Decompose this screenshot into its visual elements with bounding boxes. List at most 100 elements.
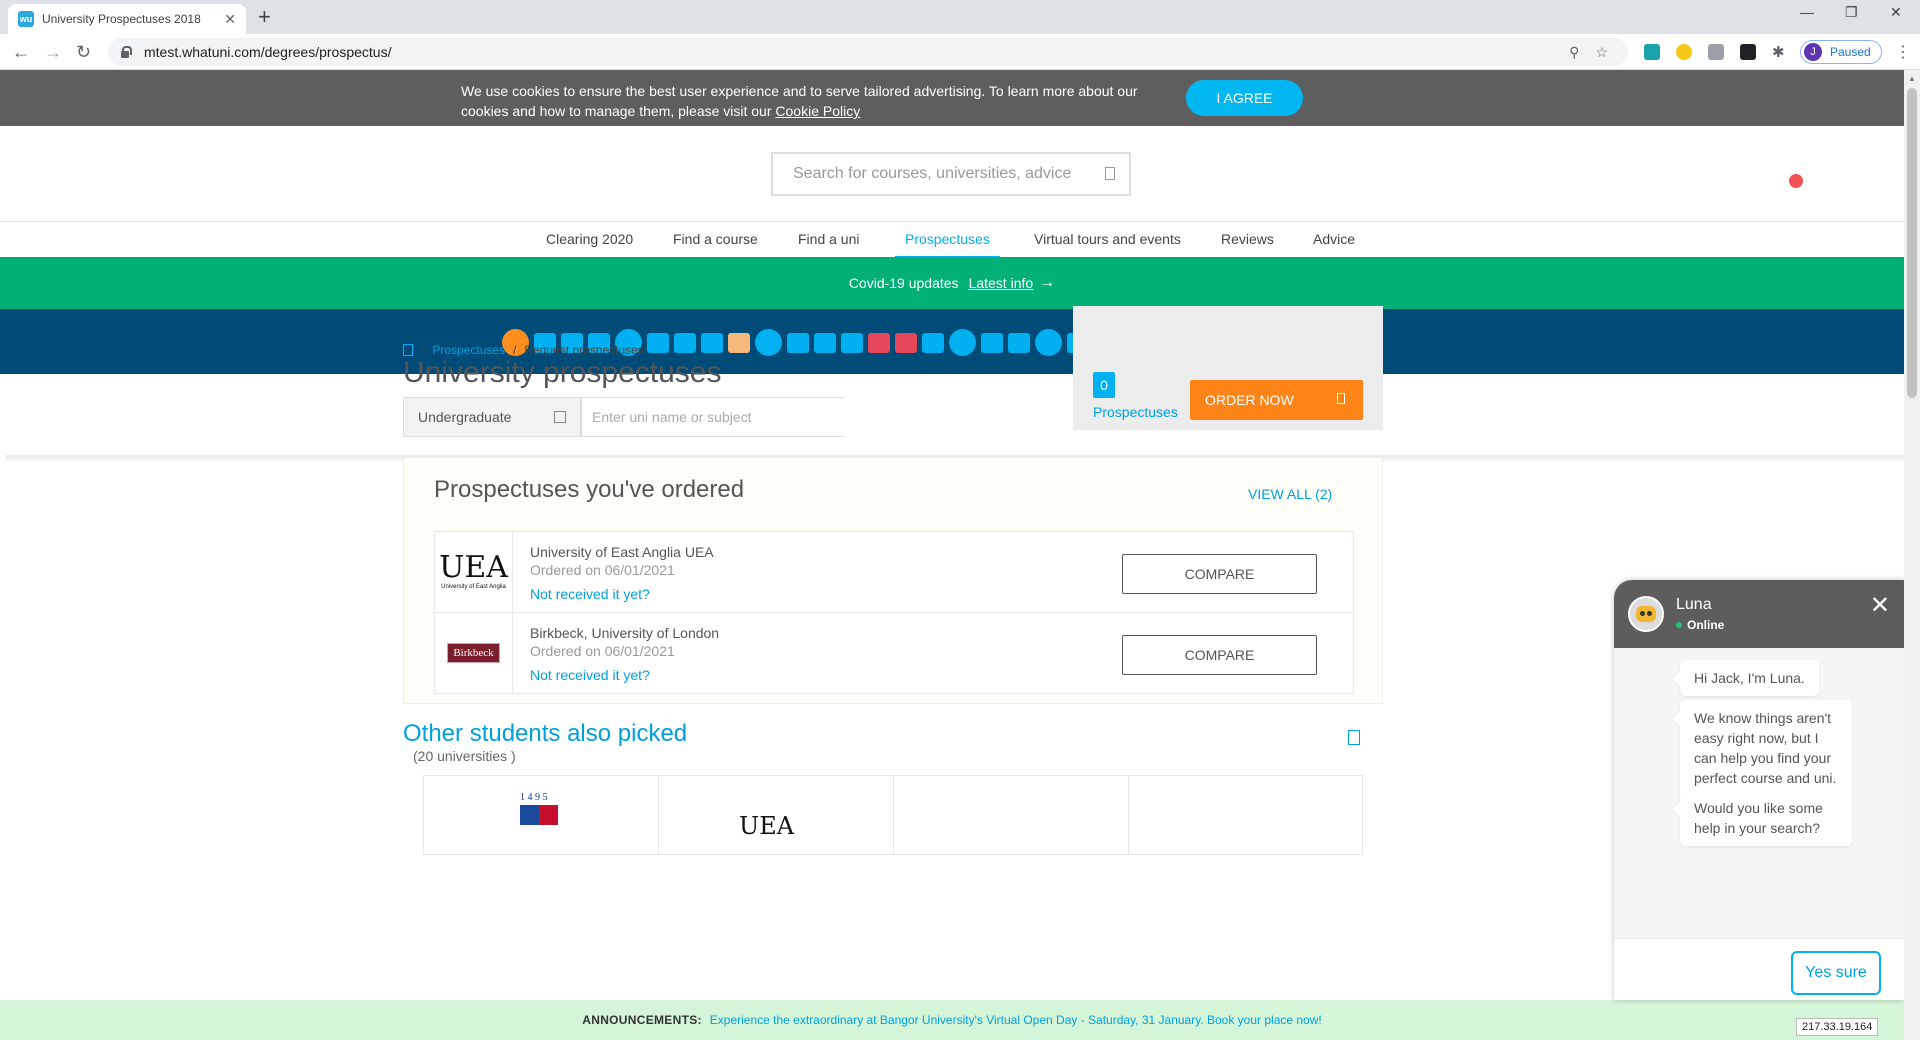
scrollbar-thumb[interactable] bbox=[1907, 88, 1917, 398]
banner-shape bbox=[1008, 332, 1030, 353]
banner-shape bbox=[1035, 329, 1062, 356]
whatuni-favicon-icon: wu bbox=[18, 11, 34, 27]
basket-count-badge: 0 bbox=[1093, 372, 1115, 398]
chevron-down-icon bbox=[554, 411, 566, 423]
cookie-banner: We use cookies to ensure the best user e… bbox=[0, 70, 1904, 126]
uni-carousel: 1 4 9 5 UEA bbox=[423, 775, 1363, 855]
nav-item-find-uni[interactable]: Find a uni bbox=[798, 222, 859, 258]
announcement-link[interactable]: Experience the extraordinary at Bangor U… bbox=[710, 1013, 1322, 1027]
extensions-puzzle-icon[interactable]: ✱ bbox=[1772, 43, 1785, 61]
ordered-heading: Prospectuses you've ordered bbox=[434, 476, 745, 503]
chat-message: We know things aren't easy right now, bu… bbox=[1673, 700, 1852, 796]
minimize-icon[interactable]: — bbox=[1800, 4, 1814, 20]
home-icon[interactable] bbox=[403, 344, 413, 356]
compare-button[interactable]: COMPARE bbox=[1122, 635, 1317, 675]
browser-tab-bar: wu University Prospectuses 2018 ✕ + — ❐ … bbox=[0, 0, 1920, 34]
chat-agent-name: Luna bbox=[1676, 596, 1712, 613]
search-icon[interactable] bbox=[1105, 167, 1115, 180]
order-now-label: ORDER NOW bbox=[1205, 392, 1294, 408]
restore-icon[interactable]: ❐ bbox=[1845, 4, 1858, 21]
crest-shield-icon bbox=[520, 805, 558, 825]
page-viewport: We use cookies to ensure the best user e… bbox=[0, 70, 1904, 1040]
online-dot-icon bbox=[1676, 622, 1682, 628]
location-icon[interactable]: ⚲ bbox=[1569, 44, 1579, 61]
tab-close-icon[interactable]: ✕ bbox=[224, 11, 236, 28]
new-tab-button[interactable]: + bbox=[258, 4, 271, 30]
forward-icon[interactable]: → bbox=[44, 42, 62, 63]
page-title: University prospectuses bbox=[403, 356, 722, 389]
uea-logo: UEA University of East Anglia bbox=[439, 553, 508, 591]
breadcrumb-separator: / bbox=[513, 343, 517, 357]
not-received-link[interactable]: Not received it yet? bbox=[530, 667, 650, 683]
browser-menu-icon[interactable]: ⋮ bbox=[1895, 42, 1911, 62]
ip-address-label: 217.33.19.164 bbox=[1796, 1018, 1879, 1036]
study-level-value: Undergraduate bbox=[418, 409, 512, 425]
order-now-button[interactable]: ORDER NOW bbox=[1190, 380, 1363, 420]
reload-icon[interactable]: ↻ bbox=[76, 42, 91, 63]
uni-card[interactable] bbox=[1128, 775, 1363, 855]
ordered-prospectuses-panel: Prospectuses you've ordered VIEW ALL (2)… bbox=[403, 457, 1383, 704]
browser-tab[interactable]: wu University Prospectuses 2018 ✕ bbox=[8, 4, 246, 34]
robot-face-icon bbox=[1636, 606, 1656, 622]
uni-card[interactable]: UEA bbox=[658, 775, 893, 855]
compare-button[interactable]: COMPARE bbox=[1122, 554, 1317, 594]
view-all-link[interactable]: VIEW ALL (2) bbox=[1248, 486, 1332, 502]
other-picked-heading: Other students also picked bbox=[403, 720, 688, 747]
address-bar[interactable]: mtest.whatuni.com/degrees/prospectus/ ⚲ … bbox=[108, 38, 1628, 66]
extension-icon[interactable] bbox=[1708, 44, 1724, 60]
extension-icon[interactable] bbox=[1644, 44, 1660, 60]
other-picked-count: (20 universities ) bbox=[413, 748, 516, 764]
covid-text: Covid-19 updates bbox=[848, 275, 959, 291]
latest-info-link[interactable]: Latest info bbox=[969, 275, 1034, 291]
banner-shape bbox=[728, 332, 750, 353]
agree-button[interactable]: I AGREE bbox=[1186, 80, 1303, 116]
uea-logo-text: UEA bbox=[439, 550, 508, 585]
bookmark-icon[interactable] bbox=[1348, 730, 1360, 745]
nav-item-clearing[interactable]: Clearing 2020 bbox=[546, 222, 633, 258]
nav-item-advice[interactable]: Advice bbox=[1313, 222, 1355, 258]
basket-label[interactable]: Prospectuses bbox=[1093, 404, 1178, 420]
banner-shape bbox=[841, 332, 863, 353]
nav-item-find-course[interactable]: Find a course bbox=[673, 222, 758, 258]
profile-button[interactable]: J Paused bbox=[1800, 40, 1882, 64]
arrow-right-icon: → bbox=[1039, 274, 1056, 291]
uni-name: Birkbeck, University of London bbox=[530, 625, 720, 641]
cookie-policy-link[interactable]: Cookie Policy bbox=[775, 103, 860, 119]
chat-messages: Hi Jack, I'm Luna. We know things aren't… bbox=[1614, 648, 1904, 938]
uni-logo: Birkbeck bbox=[435, 613, 513, 693]
yes-sure-button[interactable]: Yes sure bbox=[1791, 951, 1881, 995]
extension-icon[interactable] bbox=[1676, 44, 1692, 60]
uni-card[interactable]: 1 4 9 5 bbox=[423, 775, 658, 855]
not-received-link[interactable]: Not received it yet? bbox=[530, 586, 650, 602]
nav-item-virtual-tours[interactable]: Virtual tours and events bbox=[1034, 222, 1181, 258]
crest-year: 1 4 9 5 bbox=[520, 792, 548, 803]
birkbeck-logo: Birkbeck bbox=[447, 643, 500, 663]
scroll-up-icon[interactable]: ▲ bbox=[1908, 74, 1916, 83]
study-level-select[interactable]: Undergraduate bbox=[403, 397, 581, 437]
breadcrumb-prospectuses-link[interactable]: Prospectuses bbox=[432, 343, 505, 357]
page-scrollbar[interactable]: ▲ bbox=[1904, 70, 1920, 1040]
list-item: UEA University of East Anglia University… bbox=[434, 531, 1354, 613]
bookmark-star-icon[interactable]: ☆ bbox=[1595, 44, 1608, 61]
banner-shape bbox=[701, 332, 723, 353]
uni-card[interactable] bbox=[893, 775, 1128, 855]
chat-widget: Luna Online ✕ Hi Jack, I'm Luna. We know… bbox=[1614, 580, 1904, 1000]
browser-toolbar: ← → ↻ mtest.whatuni.com/degrees/prospect… bbox=[0, 34, 1920, 70]
order-date: Ordered on 06/01/2021 bbox=[530, 562, 675, 578]
banner-shape bbox=[949, 329, 976, 356]
window-close-icon[interactable]: ✕ bbox=[1890, 4, 1902, 21]
back-icon[interactable]: ← bbox=[12, 42, 30, 63]
breadcrumb-current: Request prospectuses bbox=[524, 343, 644, 357]
nav-item-reviews[interactable]: Reviews bbox=[1221, 222, 1274, 258]
extension-icon[interactable] bbox=[1740, 44, 1756, 60]
search-placeholder: Search for courses, universities, advice bbox=[793, 165, 1072, 182]
announcement-bar: ANNOUNCEMENTS: Experience the extraordin… bbox=[0, 1000, 1904, 1040]
chat-status-text: Online bbox=[1687, 618, 1725, 632]
site-search-input[interactable]: Search for courses, universities, advice bbox=[771, 152, 1131, 196]
lock-icon bbox=[120, 46, 132, 58]
banner-shape bbox=[787, 332, 809, 353]
uni-subject-search-input[interactable]: Enter uni name or subject bbox=[581, 397, 844, 437]
notification-dot-icon[interactable] bbox=[1789, 174, 1803, 188]
nav-item-prospectuses[interactable]: Prospectuses bbox=[895, 222, 1000, 258]
chat-close-icon[interactable]: ✕ bbox=[1870, 594, 1890, 618]
